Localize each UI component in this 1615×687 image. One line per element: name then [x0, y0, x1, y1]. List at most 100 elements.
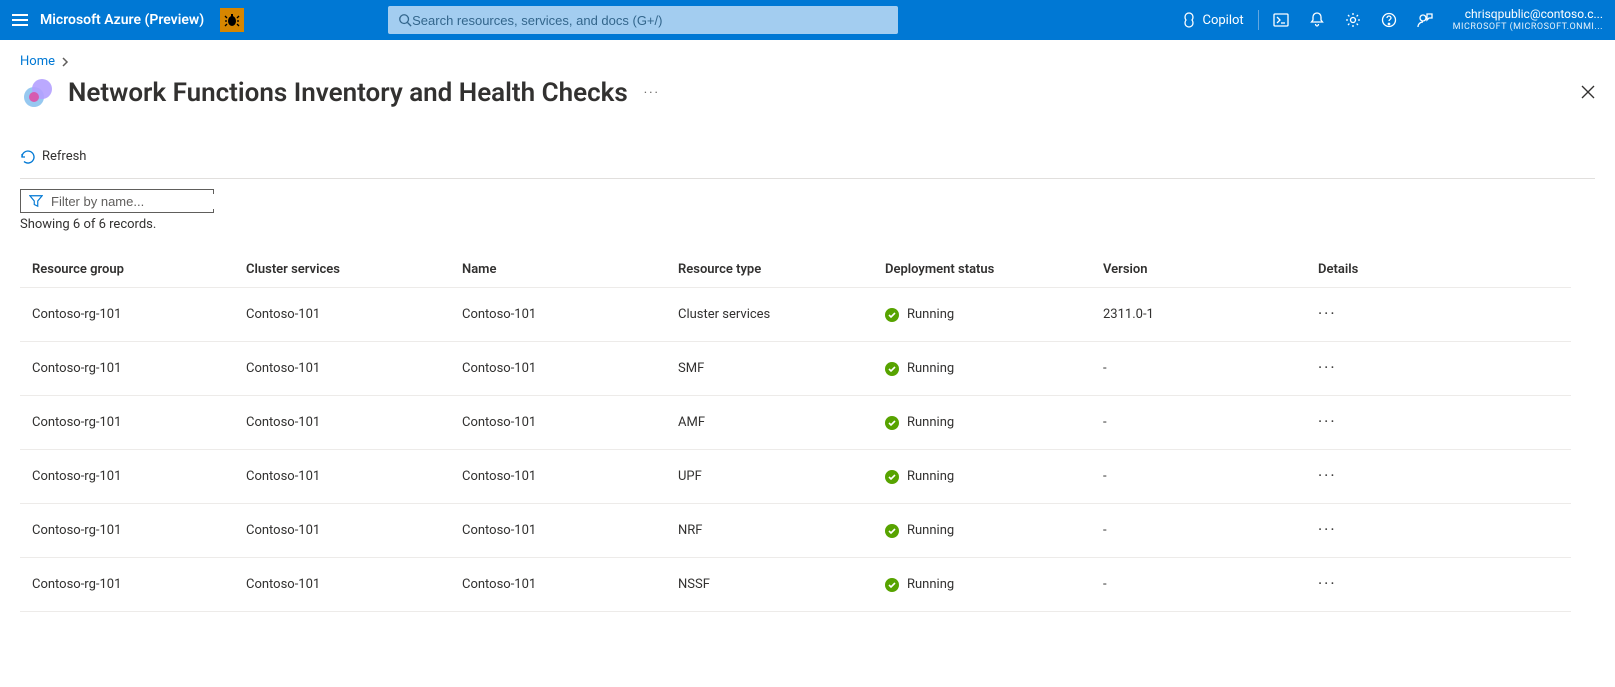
person-feedback-icon [1417, 12, 1433, 28]
status-success-icon [885, 578, 899, 592]
cell-cluster-services: Contoso-101 [246, 415, 462, 430]
search-container [388, 6, 898, 34]
filter-input[interactable] [51, 194, 227, 209]
table-row[interactable]: Contoso-rg-101Contoso-101Contoso-101SMFR… [20, 342, 1571, 396]
resource-icon [20, 75, 56, 111]
feedback-button[interactable] [1407, 0, 1443, 40]
cell-resource-group: Contoso-rg-101 [32, 523, 246, 538]
copilot-icon [1181, 12, 1197, 28]
col-header-details[interactable]: Details [1318, 262, 1398, 277]
col-header-deployment-status[interactable]: Deployment status [885, 262, 1103, 277]
cell-resource-type: UPF [678, 469, 885, 484]
record-count-label: Showing 6 of 6 records. [20, 217, 1595, 232]
bell-icon [1309, 12, 1325, 28]
cell-version: - [1103, 415, 1318, 430]
help-icon [1381, 12, 1397, 28]
cell-name: Contoso-101 [462, 523, 678, 538]
close-panel-button[interactable] [1581, 84, 1595, 103]
cloud-shell-button[interactable] [1263, 0, 1299, 40]
top-bar-right: Copilot chrisqpublic@contoso.c... MICROS… [1171, 0, 1615, 40]
row-context-menu-button[interactable]: ··· [1318, 358, 1337, 377]
cell-details: ··· [1318, 522, 1398, 539]
status-success-icon [885, 470, 899, 484]
bug-icon [224, 12, 240, 28]
cell-details: ··· [1318, 306, 1398, 323]
row-context-menu-button[interactable]: ··· [1318, 412, 1337, 431]
cell-resource-group: Contoso-rg-101 [32, 577, 246, 592]
cell-resource-group: Contoso-rg-101 [32, 307, 246, 322]
col-header-name[interactable]: Name [462, 262, 678, 277]
cell-deployment-status: Running [885, 577, 1103, 592]
help-button[interactable] [1371, 0, 1407, 40]
cell-resource-type: NRF [678, 523, 885, 538]
cell-name: Contoso-101 [462, 307, 678, 322]
row-context-menu-button[interactable]: ··· [1318, 574, 1337, 593]
row-context-menu-button[interactable]: ··· [1318, 520, 1337, 539]
refresh-label: Refresh [42, 149, 86, 164]
cell-details: ··· [1318, 414, 1398, 431]
cell-deployment-status: Running [885, 415, 1103, 430]
row-context-menu-button[interactable]: ··· [1318, 304, 1337, 323]
cell-resource-group: Contoso-rg-101 [32, 361, 246, 376]
account-menu-button[interactable]: chrisqpublic@contoso.c... MICROSOFT (MIC… [1453, 7, 1615, 32]
page-header: Network Functions Inventory and Health C… [20, 75, 1595, 111]
brand-label[interactable]: Microsoft Azure (Preview) [40, 12, 216, 28]
cloud-shell-icon [1273, 12, 1289, 28]
filter-area [20, 189, 1595, 213]
table-row[interactable]: Contoso-rg-101Contoso-101Contoso-101UPFR… [20, 450, 1571, 504]
cell-cluster-services: Contoso-101 [246, 307, 462, 322]
cell-name: Contoso-101 [462, 577, 678, 592]
table-row[interactable]: Contoso-rg-101Contoso-101Contoso-101AMFR… [20, 396, 1571, 450]
cell-name: Contoso-101 [462, 469, 678, 484]
cell-resource-type: SMF [678, 361, 885, 376]
global-search-box[interactable] [388, 6, 898, 34]
table-row[interactable]: Contoso-rg-101Contoso-101Contoso-101NSSF… [20, 558, 1571, 612]
copilot-button[interactable]: Copilot [1171, 0, 1254, 40]
vertical-divider [1258, 10, 1259, 30]
search-icon [398, 13, 412, 27]
cell-cluster-services: Contoso-101 [246, 523, 462, 538]
cell-cluster-services: Contoso-101 [246, 361, 462, 376]
refresh-icon [20, 149, 36, 165]
global-search-input[interactable] [412, 13, 888, 28]
col-header-version[interactable]: Version [1103, 262, 1318, 277]
col-header-resource-group[interactable]: Resource group [32, 262, 246, 277]
cell-name: Contoso-101 [462, 361, 678, 376]
cell-resource-type: AMF [678, 415, 885, 430]
cell-cluster-services: Contoso-101 [246, 469, 462, 484]
settings-button[interactable] [1335, 0, 1371, 40]
copilot-label: Copilot [1203, 13, 1244, 28]
cell-resource-type: Cluster services [678, 307, 885, 322]
cell-version: - [1103, 523, 1318, 538]
hamburger-menu-button[interactable] [0, 12, 40, 28]
table-body: Contoso-rg-101Contoso-101Contoso-101Clus… [20, 288, 1571, 612]
cell-resource-group: Contoso-rg-101 [32, 469, 246, 484]
refresh-button[interactable]: Refresh [20, 149, 86, 165]
status-success-icon [885, 416, 899, 430]
table-row[interactable]: Contoso-rg-101Contoso-101Contoso-101Clus… [20, 288, 1571, 342]
cell-version: 2311.0-1 [1103, 307, 1318, 322]
notifications-button[interactable] [1299, 0, 1335, 40]
cell-version: - [1103, 577, 1318, 592]
title-more-button[interactable]: ··· [644, 86, 660, 101]
breadcrumb-home-link[interactable]: Home [20, 54, 55, 69]
cell-deployment-status: Running [885, 469, 1103, 484]
cell-deployment-status: Running [885, 361, 1103, 376]
col-header-resource-type[interactable]: Resource type [678, 262, 885, 277]
row-context-menu-button[interactable]: ··· [1318, 466, 1337, 485]
cell-resource-group: Contoso-rg-101 [32, 415, 246, 430]
results-table: Resource group Cluster services Name Res… [20, 252, 1571, 612]
content-area: Home Network Functions Inventory and Hea… [0, 40, 1615, 632]
cell-details: ··· [1318, 468, 1398, 485]
hamburger-icon [12, 12, 28, 28]
status-success-icon [885, 362, 899, 376]
table-row[interactable]: Contoso-rg-101Contoso-101Contoso-101NRFR… [20, 504, 1571, 558]
preview-bug-button[interactable] [220, 8, 244, 32]
col-header-cluster-services[interactable]: Cluster services [246, 262, 462, 277]
cell-details: ··· [1318, 576, 1398, 593]
close-icon [1581, 85, 1595, 99]
cell-version: - [1103, 361, 1318, 376]
gear-icon [1345, 12, 1361, 28]
cell-resource-type: NSSF [678, 577, 885, 592]
filter-box[interactable] [20, 189, 214, 213]
